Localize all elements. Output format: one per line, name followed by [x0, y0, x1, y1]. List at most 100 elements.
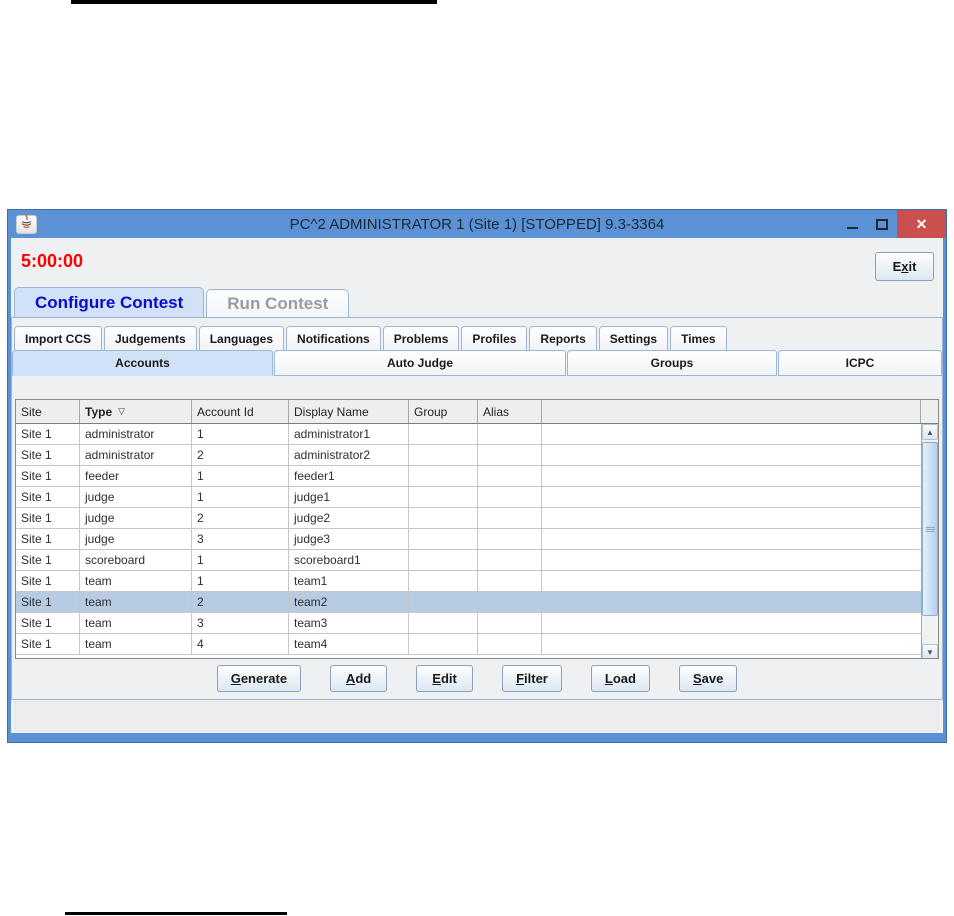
tab-settings[interactable]: Settings: [598, 326, 669, 350]
tab-icpc[interactable]: ICPC: [778, 350, 942, 376]
table-cell: feeder: [80, 466, 192, 487]
tab-times[interactable]: Times: [670, 326, 727, 350]
table-cell: team2: [289, 592, 409, 613]
tab-accounts[interactable]: Accounts: [12, 350, 273, 376]
table-cell-filler: [542, 550, 921, 571]
java-coffee-cup-icon: [20, 214, 33, 234]
table-cell-filler: [542, 466, 921, 487]
table-row[interactable]: Site 1 scoreboard 1 scoreboard1: [16, 550, 921, 571]
maximize-icon: [876, 218, 888, 230]
tab-configure-contest[interactable]: Configure Contest: [14, 287, 205, 318]
table-cell: scoreboard: [80, 550, 192, 571]
table-cell: Site 1: [16, 445, 80, 466]
table-row[interactable]: Site 1 judge 3 judge3: [16, 529, 921, 550]
accounts-table-header: Site Type ▽ Account Id Display Name Grou…: [16, 400, 938, 424]
titlebar[interactable]: PC^2 ADMINISTRATOR 1 (Site 1) [STOPPED] …: [8, 210, 946, 238]
scrollbar-thumb[interactable]: [922, 442, 938, 616]
scrollbar-track[interactable]: [922, 616, 938, 642]
table-cell: judge2: [289, 508, 409, 529]
scrollbar-corner: [921, 400, 938, 423]
table-cell: 1: [192, 550, 289, 571]
table-cell: [409, 508, 478, 529]
tab-languages[interactable]: Languages: [198, 326, 285, 350]
table-row[interactable]: Site 1 team 4 team4: [16, 634, 921, 655]
table-cell: [478, 571, 542, 592]
table-cell: administrator1: [289, 424, 409, 445]
exit-button[interactable]: Exit: [875, 252, 934, 281]
column-header-type[interactable]: Type ▽: [80, 400, 192, 423]
table-row[interactable]: Site 1 feeder 1 feeder1: [16, 466, 921, 487]
system-menu-button[interactable]: [16, 214, 37, 234]
generate-button[interactable]: Generate: [216, 665, 302, 692]
save-button[interactable]: Save: [678, 665, 738, 692]
table-cell: administrator2: [289, 445, 409, 466]
column-header-alias[interactable]: Alias: [478, 400, 542, 423]
load-button[interactable]: Load: [590, 665, 650, 692]
table-cell: 3: [192, 613, 289, 634]
tab-notifications[interactable]: Notifications: [286, 326, 381, 350]
column-header-account-id[interactable]: Account Id: [192, 400, 289, 423]
scroll-down-button[interactable]: ▼: [922, 644, 938, 658]
table-cell: administrator: [80, 445, 192, 466]
table-cell: 2: [192, 592, 289, 613]
table-cell: Site 1: [16, 529, 80, 550]
add-button[interactable]: Add: [330, 665, 388, 692]
document-rule-bottom: [65, 912, 287, 915]
minimize-button[interactable]: [837, 210, 867, 238]
table-cell: 1: [192, 466, 289, 487]
configure-contest-panel: Import CCS Judgements Languages Notifica…: [11, 317, 943, 700]
table-cell: team: [80, 634, 192, 655]
table-cell: [409, 634, 478, 655]
column-header-group[interactable]: Group: [409, 400, 478, 423]
table-row[interactable]: Site 1 judge 2 judge2: [16, 508, 921, 529]
tab-reports[interactable]: Reports: [529, 326, 597, 350]
accounts-table: Site Type ▽ Account Id Display Name Grou…: [15, 399, 939, 659]
table-cell: Site 1: [16, 550, 80, 571]
table-cell: [409, 592, 478, 613]
tab-groups[interactable]: Groups: [567, 350, 777, 376]
tab-auto-judge[interactable]: Auto Judge: [274, 350, 566, 376]
table-cell-filler: [542, 529, 921, 550]
scroll-up-button[interactable]: ▲: [922, 424, 938, 440]
table-cell: 2: [192, 508, 289, 529]
close-icon: ✕: [915, 215, 928, 232]
table-cell: Site 1: [16, 466, 80, 487]
table-row[interactable]: Site 1 judge 1 judge1: [16, 487, 921, 508]
table-row[interactable]: Site 1 team 2 team2: [16, 592, 921, 613]
accounts-table-body: Site 1 administrator 1 administrator1 Site 1…: [16, 424, 921, 658]
table-row[interactable]: Site 1 team 3 team3: [16, 613, 921, 634]
minimize-icon: [846, 227, 858, 229]
edit-button[interactable]: Edit: [416, 665, 474, 692]
scroll-up-icon: ▲: [926, 427, 934, 437]
tab-import-ccs[interactable]: Import CCS: [14, 326, 102, 350]
table-cell-filler: [542, 571, 921, 592]
tab-profiles[interactable]: Profiles: [461, 326, 528, 350]
column-header-site[interactable]: Site: [16, 400, 80, 423]
table-cell: [478, 508, 542, 529]
filter-button[interactable]: Filter: [502, 665, 562, 692]
contest-countdown-timer: 5:00:00: [21, 251, 84, 271]
table-cell: Site 1: [16, 634, 80, 655]
close-button[interactable]: ✕: [897, 210, 946, 238]
tab-run-contest[interactable]: Run Contest: [206, 289, 350, 318]
table-cell-filler: [542, 508, 921, 529]
table-cell: [478, 592, 542, 613]
table-row[interactable]: Site 1 team 1 team1: [16, 571, 921, 592]
column-header-display-name[interactable]: Display Name: [289, 400, 409, 423]
tab-judgements[interactable]: Judgements: [104, 326, 197, 350]
column-header-filler: [542, 400, 921, 423]
tab-problems[interactable]: Problems: [382, 326, 460, 350]
table-row[interactable]: Site 1 administrator 1 administrator1: [16, 424, 921, 445]
table-cell: [478, 529, 542, 550]
window-title: PC^2 ADMINISTRATOR 1 (Site 1) [STOPPED] …: [289, 215, 665, 233]
table-cell: Site 1: [16, 571, 80, 592]
maximize-button[interactable]: [867, 210, 897, 238]
table-cell: [409, 529, 478, 550]
table-cell: Site 1: [16, 424, 80, 445]
vertical-scrollbar[interactable]: ▲ ▼: [921, 424, 938, 658]
table-cell-filler: [542, 613, 921, 634]
table-row[interactable]: Site 1 administrator 2 administrator2: [16, 445, 921, 466]
table-cell: scoreboard1: [289, 550, 409, 571]
table-cell: [478, 487, 542, 508]
main-tab-bar: Configure Contest Run Contest: [14, 287, 351, 318]
